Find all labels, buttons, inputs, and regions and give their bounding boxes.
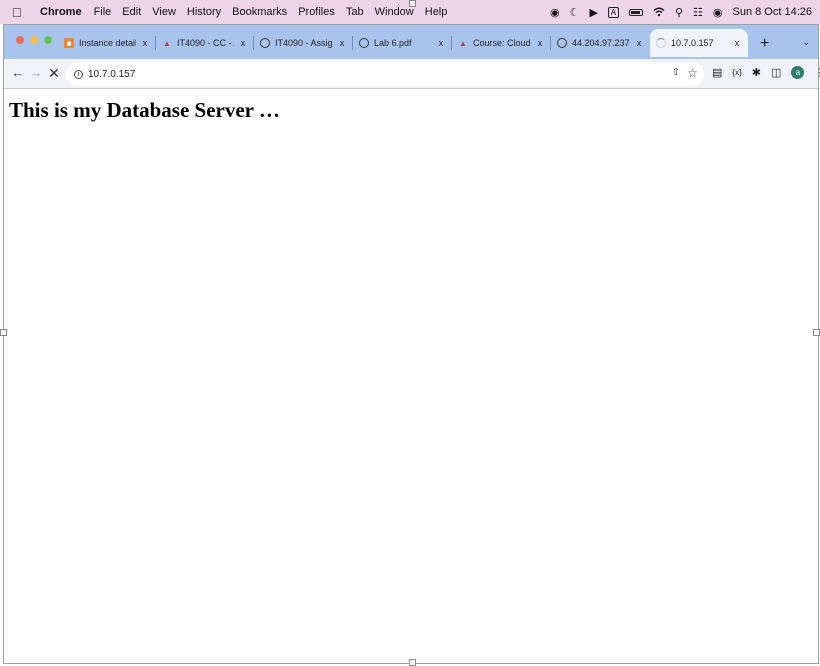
- minimize-window-button[interactable]: [30, 36, 38, 44]
- tab-close-icon[interactable]: x: [436, 38, 446, 48]
- menubar-clock[interactable]: Sun 8 Oct 14:26: [733, 6, 813, 18]
- aws-icon: ■: [64, 38, 74, 48]
- tab-strip: ■ Instance details | E x ▲ IT4090 - CC -…: [4, 25, 818, 59]
- extension-json-icon[interactable]: {x}: [732, 68, 741, 77]
- globe-icon: [359, 38, 369, 48]
- tab-close-icon[interactable]: x: [337, 38, 347, 48]
- tab-close-icon[interactable]: x: [732, 38, 742, 48]
- profile-avatar[interactable]: a: [791, 66, 805, 79]
- menu-history[interactable]: History: [187, 6, 221, 18]
- menu-file[interactable]: File: [94, 6, 112, 18]
- extension-document-icon[interactable]: ▤: [712, 66, 722, 79]
- tab-close-icon[interactable]: x: [535, 38, 545, 48]
- window-controls: [16, 36, 52, 44]
- resize-handle-top[interactable]: [409, 0, 416, 7]
- menu-help[interactable]: Help: [425, 6, 448, 18]
- toolbar-extensions: ▤ {x} ✱ ◫ a ⋮: [712, 66, 820, 79]
- menu-edit[interactable]: Edit: [122, 6, 141, 18]
- tab-instance-details[interactable]: ■ Instance details | E x: [58, 29, 156, 57]
- globe-icon: [557, 38, 567, 48]
- tab-title: Lab 6.pdf: [374, 38, 412, 48]
- menu-window[interactable]: Window: [375, 6, 414, 18]
- address-bar-url[interactable]: 10.7.0.157: [88, 69, 135, 80]
- tab-10-7-0-157-active[interactable]: 10.7.0.157 x: [650, 29, 748, 57]
- battery-icon[interactable]: [628, 8, 643, 16]
- wifi-icon[interactable]: [653, 7, 665, 17]
- resize-handle-bottom[interactable]: [409, 659, 416, 666]
- tab-close-icon[interactable]: x: [140, 38, 150, 48]
- back-arrow-icon[interactable]: ←: [10, 65, 26, 80]
- tab-title: 10.7.0.157: [671, 38, 714, 48]
- stop-loading-icon[interactable]: ✕: [46, 65, 62, 82]
- menu-bookmarks[interactable]: Bookmarks: [232, 6, 287, 18]
- play-circle-icon[interactable]: ▶: [589, 6, 597, 19]
- tab-title: Course: Cloud Con: [473, 38, 531, 48]
- share-icon[interactable]: ⇧: [672, 67, 680, 78]
- close-window-button[interactable]: [16, 36, 24, 44]
- tab-title: IT4090 - CC - Assi: [177, 38, 234, 48]
- extensions-puzzle-icon[interactable]: ✱: [752, 66, 761, 79]
- loading-spinner-icon: [656, 38, 666, 48]
- browser-window: ■ Instance details | E x ▲ IT4090 - CC -…: [3, 24, 820, 664]
- control-center-icon[interactable]: ☷: [693, 6, 703, 19]
- page-heading: This is my Database Server …: [9, 98, 280, 122]
- bookmark-star-icon[interactable]: ☆: [687, 66, 698, 80]
- apple-icon[interactable]: : [12, 5, 26, 20]
- new-tab-button[interactable]: +: [760, 35, 769, 53]
- moodle-icon: ▲: [459, 38, 467, 48]
- tab-title: Instance details | E: [79, 38, 136, 48]
- moon-icon[interactable]: ☾: [570, 6, 580, 19]
- creative-cloud-icon[interactable]: ◉: [550, 6, 560, 19]
- tab-44-204-97-237[interactable]: 44.204.97.237 x: [551, 29, 650, 57]
- spotlight-search-icon[interactable]: ⚲: [675, 6, 683, 19]
- tab-list: ■ Instance details | E x ▲ IT4090 - CC -…: [58, 29, 748, 59]
- side-panel-icon[interactable]: ◫: [771, 66, 781, 79]
- moodle-icon: ▲: [163, 38, 171, 48]
- tab-title: IT4090 - Assignme: [275, 38, 333, 48]
- menu-app-name[interactable]: Chrome: [40, 6, 82, 18]
- menu-profiles[interactable]: Profiles: [298, 6, 335, 18]
- tab-close-icon[interactable]: x: [634, 38, 644, 48]
- address-bar[interactable]: i 10.7.0.157 ⇧ ☆: [66, 62, 704, 86]
- menu-tab[interactable]: Tab: [346, 6, 364, 18]
- tab-it4090-cc[interactable]: ▲ IT4090 - CC - Assi x: [156, 29, 254, 57]
- site-info-icon[interactable]: i: [74, 69, 83, 79]
- kebab-menu-icon[interactable]: ⋮: [814, 66, 820, 79]
- tab-close-icon[interactable]: x: [238, 38, 248, 48]
- globe-icon: [260, 38, 270, 48]
- tab-search-chevron-icon[interactable]: ⌄: [802, 37, 810, 48]
- browser-toolbar: ← → ✕ i 10.7.0.157 ⇧ ☆ ▤ {x} ✱ ◫ a ⋮: [4, 59, 820, 89]
- menubar-status-area: ◉ ☾ ▶ A ⚲ ☷ ◉ Sun 8 Oct 14:26: [550, 0, 812, 24]
- forward-arrow-icon[interactable]: →: [28, 65, 44, 80]
- resize-handle-right[interactable]: [813, 329, 820, 336]
- tab-lab6-pdf[interactable]: Lab 6.pdf x: [353, 29, 452, 57]
- page-content: This is my Database Server …: [4, 90, 818, 663]
- tab-course-cloud[interactable]: ▲ Course: Cloud Con x: [452, 29, 551, 57]
- zoom-window-button[interactable]: [44, 36, 52, 44]
- siri-icon[interactable]: ◉: [713, 6, 723, 19]
- tab-title: 44.204.97.237: [572, 38, 630, 48]
- resize-handle-left[interactable]: [0, 329, 7, 336]
- menu-view[interactable]: View: [152, 6, 176, 18]
- input-source-icon[interactable]: A: [607, 6, 619, 18]
- tab-it4090-assignment[interactable]: IT4090 - Assignme x: [254, 29, 353, 57]
